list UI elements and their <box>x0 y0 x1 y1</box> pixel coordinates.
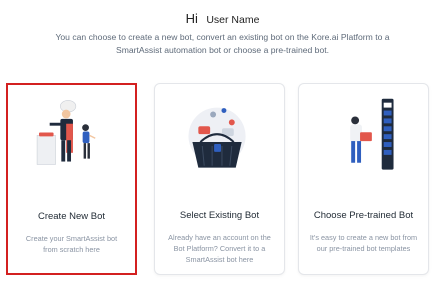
create-new-bot-description: Create your SmartAssist bot from scratch… <box>25 234 118 254</box>
choose-pretrained-bot-title: Choose Pre-trained Bot <box>313 210 414 221</box>
server-rack-illustration <box>350 98 394 170</box>
greeting: Hi User Name <box>0 10 445 28</box>
select-existing-bot-card[interactable]: Select Existing Bot Already have an acco… <box>154 83 285 275</box>
create-new-bot-card[interactable]: Create New Bot Create your SmartAssist b… <box>6 83 137 275</box>
user-name: User Name <box>206 14 260 26</box>
shopping-basket-illustration <box>188 107 246 168</box>
choose-pretrained-bot-description: It's easy to create a new bot from our p… <box>309 233 418 253</box>
page-subtitle: You can choose to create a new bot, conv… <box>55 32 390 55</box>
greeting-hi: Hi <box>185 11 198 26</box>
create-new-bot-title: Create New Bot <box>37 211 106 222</box>
choose-pretrained-bot-card[interactable]: Choose Pre-trained Bot It's easy to crea… <box>298 83 429 275</box>
select-existing-bot-title: Select Existing Bot <box>179 210 260 221</box>
chef-cooking-illustration <box>36 100 96 165</box>
select-existing-bot-description: Already have an account on the Bot Platf… <box>168 233 271 264</box>
